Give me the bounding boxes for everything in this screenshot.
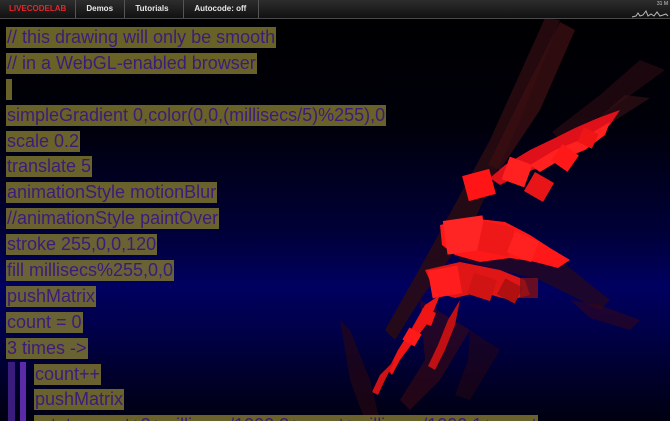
code-line-text: count++	[34, 363, 102, 385]
code-line[interactable]: pushMatrix	[0, 284, 670, 310]
code-line[interactable]: 3 times ->	[0, 336, 670, 362]
code-line-text: scale 0.2	[6, 130, 81, 152]
code-line-text: stroke 255,0,0,120	[6, 234, 158, 256]
code-editor[interactable]: // this drawing will only be smooth // in…	[0, 25, 670, 421]
autocode-toggle[interactable]: Autocode: off	[184, 0, 260, 18]
code-line-indented[interactable]: count++	[0, 361, 670, 388]
brand-logo[interactable]: LIVECODELAB	[0, 0, 77, 18]
code-line-text: count = 0	[6, 311, 83, 333]
code-line-text: translate 5	[6, 156, 93, 178]
code-line[interactable]: animationStyle motionBlur	[0, 180, 670, 206]
code-line[interactable]: // this drawing will only be smooth	[0, 25, 670, 51]
code-line-text: animationStyle motionBlur	[6, 182, 218, 204]
code-line[interactable]: scale 0.2	[0, 129, 670, 155]
indent-guide	[8, 413, 28, 421]
tutorials-menu[interactable]: Tutorials	[125, 0, 185, 18]
code-line[interactable]: // in a WebGL-enabled browser	[0, 51, 670, 77]
code-line-text: // this drawing will only be smooth	[6, 27, 277, 48]
top-menubar: LIVECODELAB Demos Tutorials Autocode: of…	[0, 0, 670, 19]
code-line[interactable]: translate 5	[0, 154, 670, 180]
demos-menu[interactable]: Demos	[76, 0, 126, 18]
code-line-indented[interactable]: rotate count+3+millisecs/1000,2+count+mi…	[0, 413, 670, 421]
code-line-text: pushMatrix	[6, 285, 97, 307]
fps-label: 31 M	[656, 1, 668, 7]
code-line-text: rotate count+3+millisecs/1000,2+count+mi…	[34, 415, 538, 421]
code-line[interactable]: count = 0	[0, 310, 670, 336]
code-line-text	[6, 78, 12, 100]
code-line[interactable]: simpleGradient 0,color(0,0,(millisecs/5)…	[0, 103, 670, 129]
code-line-text: pushMatrix	[34, 389, 125, 411]
fps-meter: 31 M	[630, 0, 670, 18]
code-line[interactable]: stroke 255,0,0,120	[0, 232, 670, 258]
indent-guide	[8, 387, 28, 414]
code-line-text: 3 times ->	[6, 337, 88, 359]
indent-guide	[8, 361, 28, 388]
code-line[interactable]: //animationStyle paintOver	[0, 206, 670, 232]
code-line[interactable]	[0, 77, 670, 103]
code-line-text: simpleGradient 0,color(0,0,(millisecs/5)…	[6, 104, 387, 126]
code-line-indented[interactable]: pushMatrix	[0, 387, 670, 414]
code-line-text: fill millisecs%255,0,0	[6, 260, 175, 282]
code-line[interactable]: fill millisecs%255,0,0	[0, 258, 670, 284]
code-line-text: // in a WebGL-enabled browser	[6, 52, 257, 74]
code-line-text: //animationStyle paintOver	[6, 208, 220, 230]
